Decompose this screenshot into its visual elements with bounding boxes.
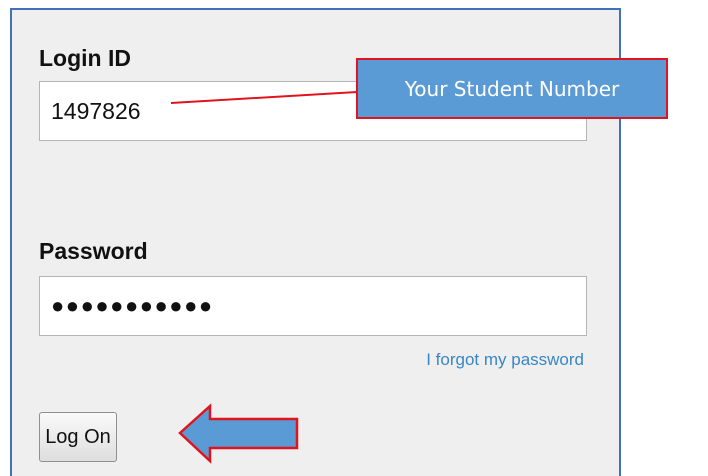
forgot-password-link[interactable]: I forgot my password	[426, 350, 584, 370]
password-label: Password	[39, 238, 148, 264]
password-masked-value: ●●●●●●●●●●●	[51, 293, 214, 318]
login-id-value: 1497826	[51, 97, 141, 124]
password-input[interactable]: ●●●●●●●●●●●	[39, 276, 587, 336]
login-id-label: Login ID	[39, 45, 131, 71]
log-on-button[interactable]: Log On	[39, 412, 117, 462]
student-number-callout: Your Student Number	[356, 58, 668, 119]
